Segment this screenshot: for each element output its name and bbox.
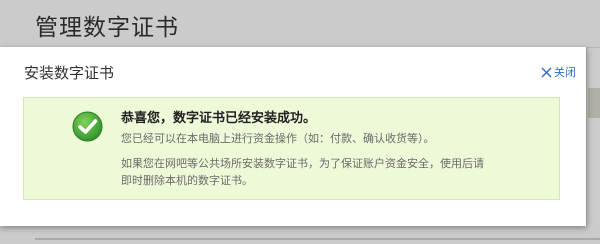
background-fragment [588, 88, 600, 118]
success-message-panel: 恭喜您，数字证书已经安装成功。 您已经可以在本电脑上进行资金操作（如：付款、确认… [23, 97, 560, 200]
check-circle-icon [72, 111, 103, 142]
security-advice-text-cont: 即时删除本机的数字证书。 [121, 174, 253, 187]
install-certificate-dialog: 安装数字证书 关闭 恭喜您，数字证书已经安装成功。 您已经可以在本电脑上进行资金… [0, 47, 587, 226]
close-button[interactable]: 关闭 [541, 64, 576, 80]
close-label: 关闭 [554, 66, 576, 79]
page-title: 管理数字证书 [35, 15, 179, 41]
security-advice-text: 如果您在网吧等公共场所安装数字证书，为了保证账户资金安全，使用后请 [121, 157, 484, 170]
divider [35, 238, 600, 240]
dialog-title: 安装数字证书 [24, 64, 115, 82]
close-icon [541, 67, 552, 77]
success-info-text: 您已经可以在本电脑上进行资金操作（如：付款、确认收货等）。 [121, 132, 435, 145]
success-title: 恭喜您，数字证书已经安装成功。 [121, 111, 317, 126]
